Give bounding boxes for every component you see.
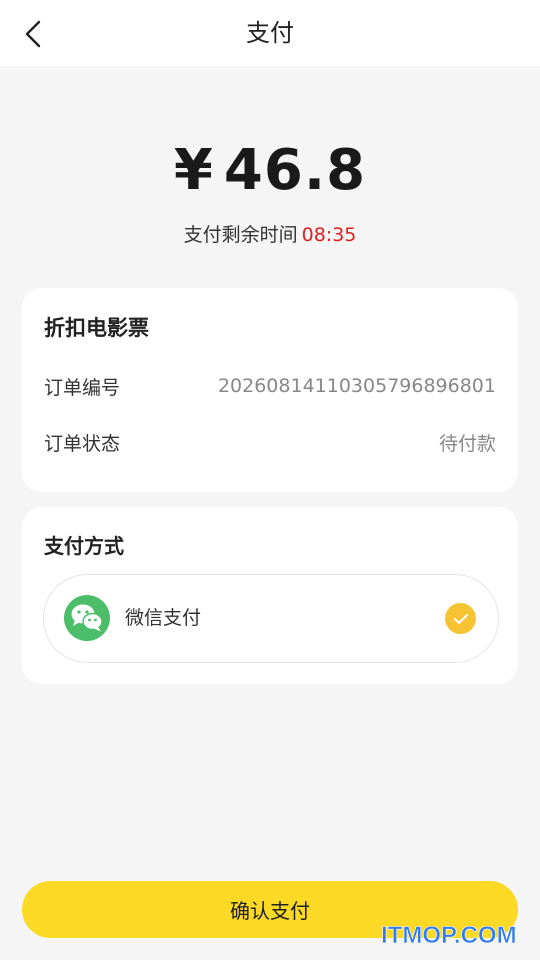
payment-method-card: 支付方式 微信支付 [22,507,518,684]
order-number-label: 订单编号 [44,376,121,399]
page-title: 支付 [246,19,294,47]
watermark-logo: ITMOP.COM [381,922,517,950]
currency-symbol: ¥ [173,138,214,203]
top-nav-bar: 支付 [0,0,540,66]
order-title: 折扣电影票 [44,316,149,340]
remaining-time-row: 支付剩余时间 08:35 [0,220,540,247]
amount-value: 46.8 [223,138,367,203]
remaining-time-label: 支付剩余时间 [183,224,298,246]
wechat-icon [64,595,110,641]
back-button[interactable] [14,14,54,54]
order-info-card: 折扣电影票 订单编号 20260814110305796896801 订单状态 … [22,288,518,492]
order-status-value: 待付款 [438,432,496,455]
payment-amount: ¥46.8 [0,138,540,203]
wechat-bubbles-icon [71,604,103,632]
pay-option-label: 微信支付 [125,607,202,629]
remaining-time-countdown: 08:35 [301,224,357,246]
checkmark-icon [453,613,468,624]
order-number-row: 订单编号 20260814110305796896801 [44,371,496,401]
chevron-left-icon [25,20,41,48]
order-status-row: 订单状态 待付款 [44,427,496,457]
selected-check-icon[interactable] [445,603,476,634]
order-status-label: 订单状态 [44,432,121,455]
payment-method-title: 支付方式 [44,534,124,558]
pay-option-wechat[interactable]: 微信支付 [43,574,499,663]
order-number-value: 20260814110305796896801 [217,375,496,397]
